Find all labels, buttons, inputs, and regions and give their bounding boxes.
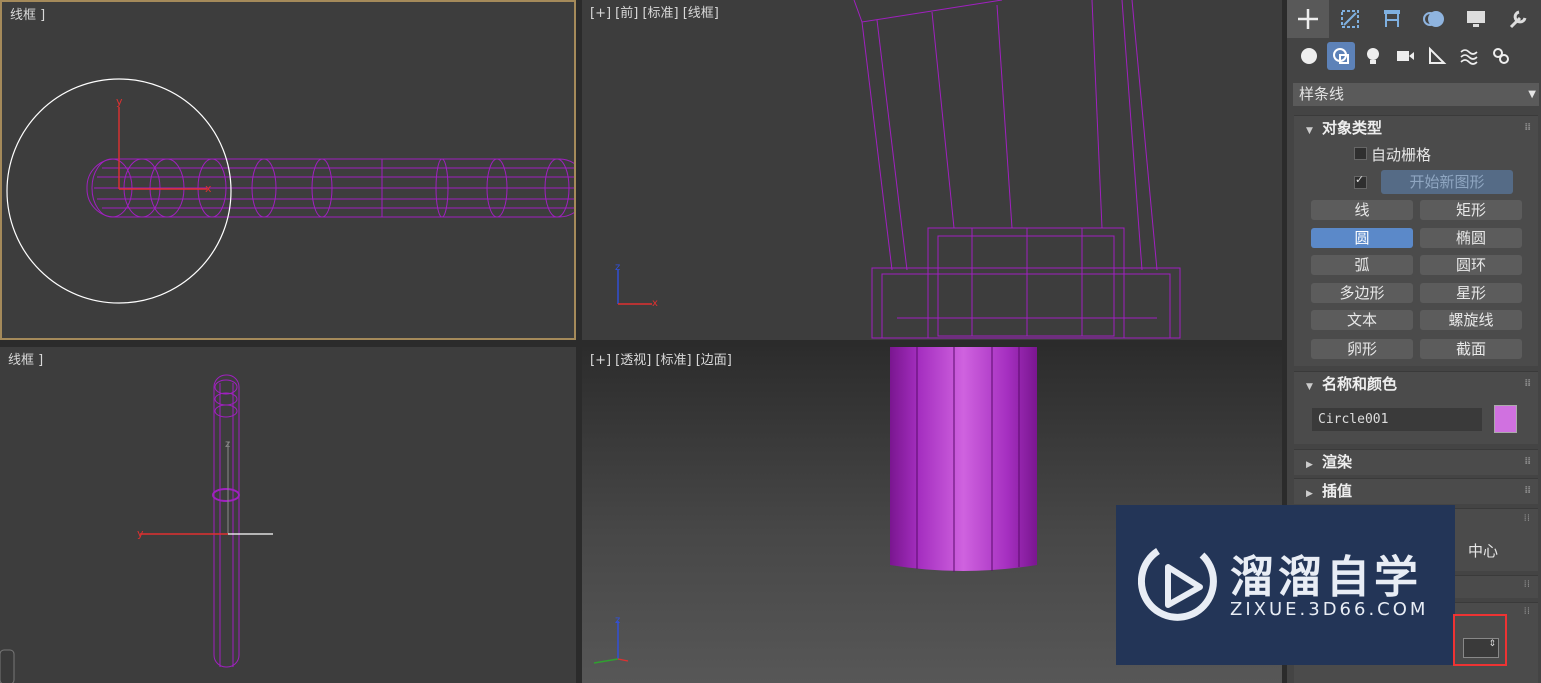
create-tab[interactable] [1287,0,1329,38]
expand-arrow-icon: ▶ [1306,489,1313,499]
object-color-swatch[interactable] [1494,405,1517,433]
collapse-arrow-icon: ▼ [1306,126,1313,136]
watermark-brand: 溜溜自学 [1230,552,1422,603]
text-button[interactable]: 文本 [1311,310,1413,330]
svg-text:x: x [652,298,658,309]
grip-icon: ⁞⁞ [1523,513,1530,524]
cameras-button[interactable] [1391,42,1419,70]
helpers-icon [1429,46,1447,64]
svg-text:z: z [225,439,230,450]
grip-icon: ⁞⁞ [1524,122,1531,133]
spacewarps-button[interactable] [1455,42,1483,70]
watermark: 溜溜自学 ZIXUE.3D66.COM [1116,505,1455,665]
star-button[interactable]: 星形 [1420,283,1522,303]
start-new-shape-button[interactable]: 开始新图形 [1381,170,1513,194]
front-view-geometry: z x [615,0,1181,339]
ellipse-button[interactable]: 椭圆 [1420,228,1522,248]
hierarchy-tab[interactable] [1371,0,1413,38]
expand-arrow-icon: ▶ [1306,460,1313,470]
arc-button[interactable]: 弧 [1311,255,1413,275]
panel-tabs [1287,0,1541,40]
utilities-tab[interactable] [1497,0,1539,38]
highlight-box [1453,614,1507,666]
svg-text:x: x [205,182,212,195]
ngon-button[interactable]: 多边形 [1311,283,1413,303]
left-view-geometry: z y [0,374,273,683]
systems-icon [1493,48,1509,64]
utilities-icon [1509,10,1527,29]
section-button[interactable]: 截面 [1420,339,1522,359]
geometry-button[interactable] [1295,42,1323,70]
egg-button[interactable]: 卵形 [1311,339,1413,359]
object-category-bar [1295,42,1515,72]
create-icon [1298,9,1318,29]
helpers-button[interactable] [1423,42,1451,70]
systems-button[interactable] [1487,42,1515,70]
top-view-geometry: y x [6,78,574,304]
cylinder [890,347,1037,571]
category-dropdown[interactable]: 样条线 ▼ [1293,83,1539,106]
shapes-button[interactable] [1327,42,1355,70]
viewport-front[interactable]: [+] [前] [标准] [线框] z x [582,0,1282,340]
modify-icon [1341,10,1359,28]
viewport-left[interactable]: 线框 ] z y [0,347,576,683]
auto-grid-label: 自动栅格 [1371,146,1432,164]
modify-tab[interactable] [1329,0,1371,38]
interpolation-rollout: ▶ 插值 ⁞⁞ [1294,478,1538,504]
collapse-arrow-icon: ▼ [1306,382,1313,392]
rendering-header[interactable]: ▶ 渲染 ⁞⁞ [1294,450,1538,474]
geometry-icon [1301,48,1317,64]
chevron-down-icon: ▼ [1528,89,1536,100]
helix-button[interactable]: 螺旋线 [1420,310,1522,330]
shapes-icon [1333,48,1349,64]
name-color-header[interactable]: ▼ 名称和颜色 ⁞⁞ [1294,372,1538,396]
display-tab[interactable] [1455,0,1497,38]
center-option-label[interactable]: 中心 [1468,540,1498,561]
start-new-shape-checkbox[interactable] [1354,173,1367,189]
grip-icon: ⁞⁞ [1524,378,1531,389]
svg-text:z: z [615,615,620,626]
grip-icon: ⁞⁞ [1523,606,1530,617]
play-logo-icon [1138,548,1217,621]
circle-button[interactable]: 圆 [1311,228,1413,248]
grip-icon: ⁞⁞ [1523,579,1530,590]
lights-icon [1367,48,1379,64]
grip-icon: ⁞⁞ [1524,485,1531,496]
category-value: 样条线 [1299,85,1345,103]
svg-text:y: y [116,95,123,108]
viewport-top[interactable]: 线框 ] y x [0,0,576,340]
interpolation-header[interactable]: ▶ 插值 ⁞⁞ [1294,479,1538,503]
spacewarps-icon [1460,49,1478,65]
object-name-field[interactable]: Circle001 [1312,408,1482,431]
motion-icon [1423,11,1444,27]
svg-text:z: z [615,262,620,273]
line-button[interactable]: 线 [1311,200,1413,220]
rendering-rollout: ▶ 渲染 ⁞⁞ [1294,449,1538,475]
lights-button[interactable] [1359,42,1387,70]
donut-button[interactable]: 圆环 [1420,255,1522,275]
motion-tab[interactable] [1413,0,1455,38]
display-icon [1467,11,1485,27]
watermark-url: ZIXUE.3D66.COM [1230,599,1429,620]
auto-grid-checkbox[interactable] [1354,147,1367,160]
rectangle-button[interactable]: 矩形 [1420,200,1522,220]
cameras-icon [1397,51,1414,61]
object-type-header[interactable]: ▼ 对象类型 ⁞⁞ [1294,116,1538,140]
hierarchy-icon [1384,10,1400,27]
svg-text:y: y [137,527,144,540]
grip-icon: ⁞⁞ [1524,456,1531,467]
